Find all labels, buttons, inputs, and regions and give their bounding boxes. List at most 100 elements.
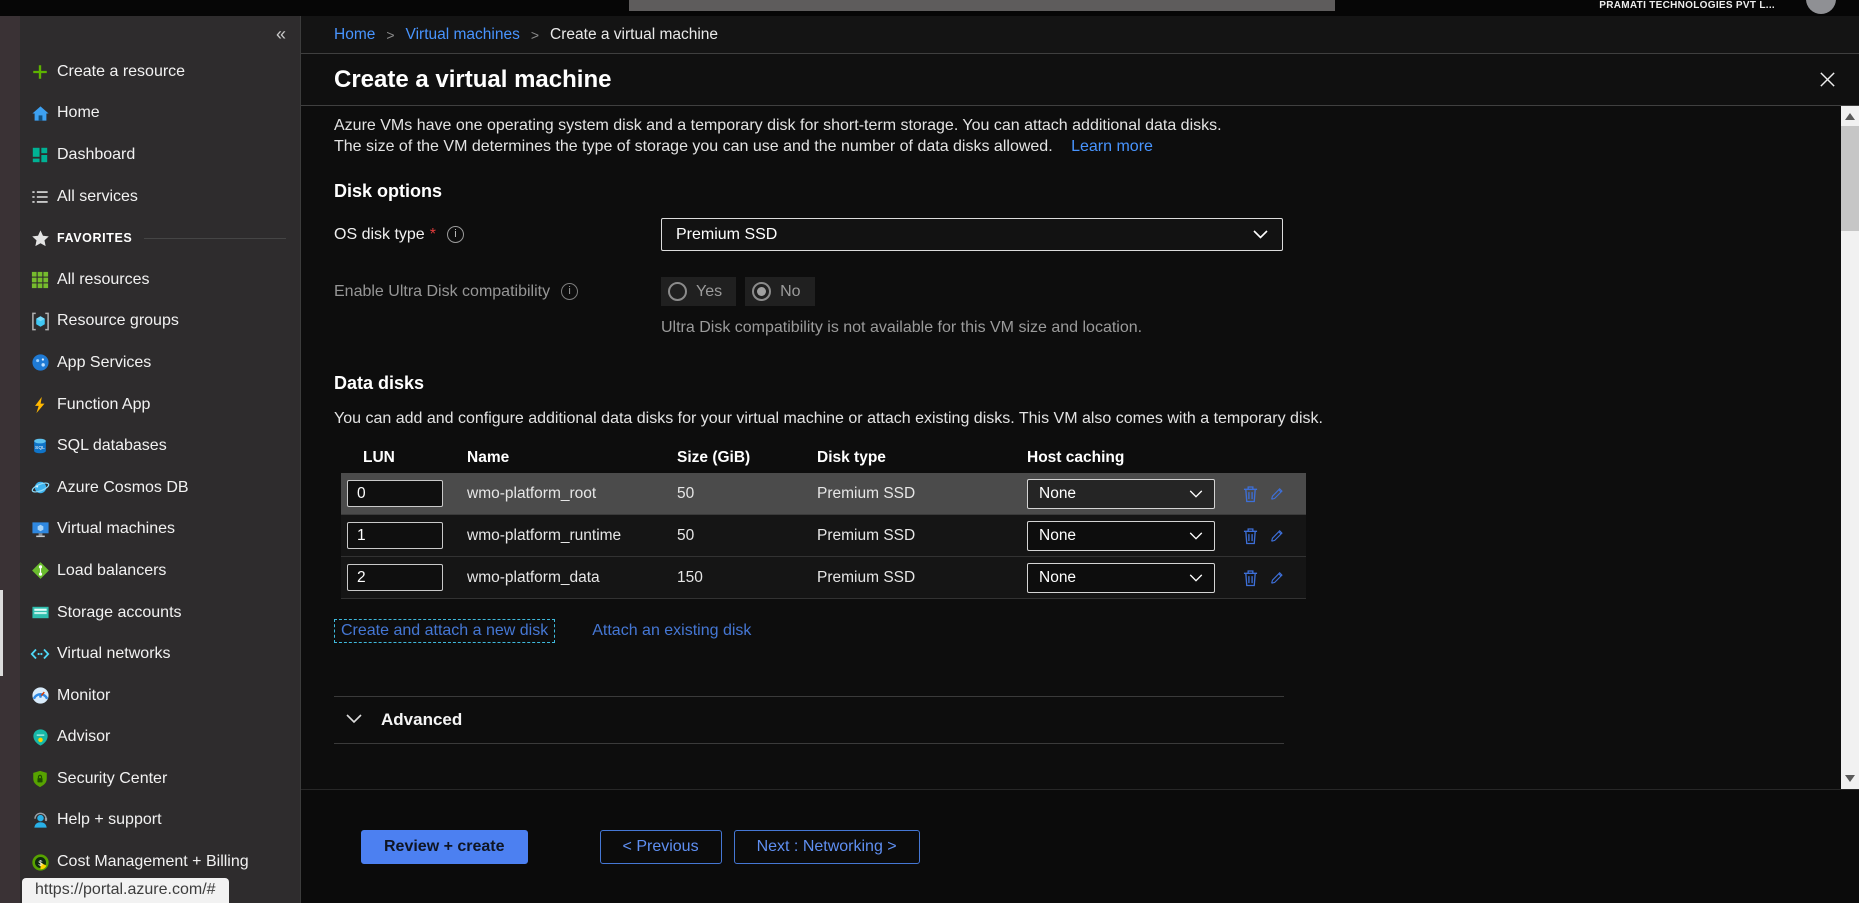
panel-header: Create a virtual machine <box>301 53 1859 106</box>
chevron-down-icon <box>1189 569 1203 587</box>
ultra-disk-yes-radio[interactable]: Yes <box>661 277 736 306</box>
info-icon[interactable]: i <box>561 283 578 300</box>
sidebar-item-label: App Services <box>57 354 151 372</box>
disk-name: wmo-platform_runtime <box>461 527 671 545</box>
info-icon[interactable]: i <box>447 226 464 243</box>
sidebar-item-virtual-networks[interactable]: Virtual networks <box>0 633 300 675</box>
disk-type: Premium SSD <box>811 527 1021 545</box>
delete-disk-icon[interactable] <box>1243 485 1258 503</box>
sidebar-item-label: Security Center <box>57 770 167 788</box>
ultra-disk-row: Enable Ultra Disk compatibility i Yes No <box>334 277 1799 306</box>
sidebar-item-virtual-machines[interactable]: Virtual machines <box>0 509 300 551</box>
lun-input[interactable] <box>347 480 443 507</box>
intro-line-1: Azure VMs have one operating system disk… <box>334 115 1634 136</box>
attach-existing-disk-link[interactable]: Attach an existing disk <box>592 622 751 640</box>
create-and-attach-disk-link[interactable]: Create and attach a new disk <box>334 619 555 643</box>
sidebar-item-label: Advisor <box>57 728 110 746</box>
os-disk-type-label: OS disk type * i <box>334 226 661 244</box>
host-caching-select[interactable]: None <box>1027 521 1215 551</box>
review-create-button[interactable]: Review + create <box>361 830 528 864</box>
cost-icon: $ <box>30 852 50 872</box>
sidebar-item-all-services[interactable]: All services <box>0 176 300 218</box>
next-networking-button[interactable]: Next : Networking > <box>734 830 920 864</box>
sidebar-item-advisor[interactable]: Advisor <box>0 717 300 759</box>
sidebar-item-app-services[interactable]: App Services <box>0 342 300 384</box>
delete-disk-icon[interactable] <box>1243 527 1258 545</box>
status-url-tooltip: https://portal.azure.com/# <box>22 878 229 903</box>
lun-input[interactable] <box>347 522 443 549</box>
sidebar-item-monitor[interactable]: Monitor <box>0 675 300 717</box>
sidebar: « Create a resource Home <box>0 16 300 903</box>
sidebar-item-help-support[interactable]: Help + support <box>0 800 300 842</box>
chevron-down-icon <box>1189 527 1203 545</box>
disk-size: 150 <box>671 569 811 587</box>
sidebar-item-security-center[interactable]: Security Center <box>0 758 300 800</box>
advanced-expander[interactable]: Advanced <box>334 697 1284 743</box>
scroll-down-icon[interactable] <box>1845 775 1855 782</box>
sidebar-item-cost-management[interactable]: $ Cost Management + Billing <box>0 841 300 883</box>
load-balancer-icon <box>30 561 50 581</box>
ultra-disk-no-radio[interactable]: No <box>745 277 814 306</box>
table-row: wmo-platform_root 50 Premium SSD None <box>341 473 1306 515</box>
avatar[interactable] <box>1806 0 1836 14</box>
data-disks-description: You can add and configure additional dat… <box>334 407 1404 430</box>
required-asterisk: * <box>430 226 436 244</box>
sidebar-item-label: Virtual machines <box>57 520 175 538</box>
column-header-name: Name <box>461 449 671 467</box>
grid-icon <box>30 270 50 290</box>
sidebar-item-sql-databases[interactable]: SQL SQL databases <box>0 425 300 467</box>
edit-disk-icon[interactable] <box>1269 569 1285 586</box>
advanced-section: Advanced <box>334 696 1284 744</box>
collapse-sidebar-icon[interactable]: « <box>276 24 286 45</box>
delete-disk-icon[interactable] <box>1243 569 1258 587</box>
sidebar-item-home[interactable]: Home <box>0 93 300 135</box>
breadcrumb-home-link[interactable]: Home <box>334 26 375 44</box>
vertical-scrollbar[interactable] <box>1841 106 1859 789</box>
sidebar-item-resource-groups[interactable]: Resource groups <box>0 301 300 343</box>
lun-input[interactable] <box>347 564 443 591</box>
sidebar-item-create-a-resource[interactable]: Create a resource <box>0 51 300 93</box>
disks-tab-content: Azure VMs have one operating system disk… <box>301 106 1859 789</box>
sidebar-item-function-app[interactable]: Function App <box>0 384 300 426</box>
sidebar-item-label: Resource groups <box>57 312 179 330</box>
sidebar-item-label: All services <box>57 188 138 206</box>
data-disks-table: LUN Name Size (GiB) Disk type Host cachi… <box>341 443 1306 599</box>
disk-type: Premium SSD <box>811 485 1021 503</box>
sidebar-item-label: Dashboard <box>57 146 135 164</box>
chevron-down-icon <box>1189 485 1203 503</box>
column-header-disk-type: Disk type <box>811 449 1021 467</box>
sidebar-item-all-resources[interactable]: All resources <box>0 259 300 301</box>
disk-name: wmo-platform_root <box>461 485 671 503</box>
data-disks-heading: Data disks <box>334 373 1799 394</box>
database-icon: SQL <box>30 436 50 456</box>
host-caching-select[interactable]: None <box>1027 479 1215 509</box>
host-caching-select[interactable]: None <box>1027 563 1215 593</box>
advisor-icon <box>30 727 50 747</box>
lightning-icon <box>30 395 50 415</box>
top-bar: PRAMATI TECHNOLOGIES PVT L... <box>0 0 1859 16</box>
scroll-up-icon[interactable] <box>1845 113 1855 120</box>
scrollbar-thumb[interactable] <box>1841 126 1859 231</box>
sidebar-item-dashboard[interactable]: Dashboard <box>0 134 300 176</box>
close-icon[interactable] <box>1818 70 1837 89</box>
dashboard-icon <box>30 145 50 165</box>
sidebar-item-load-balancers[interactable]: Load balancers <box>0 550 300 592</box>
breadcrumb-virtual-machines-link[interactable]: Virtual machines <box>406 26 520 44</box>
os-disk-type-select[interactable]: Premium SSD <box>661 218 1283 251</box>
learn-more-link[interactable]: Learn more <box>1071 138 1153 155</box>
search-input[interactable] <box>629 0 1335 11</box>
disk-links-row: Create and attach a new disk Attach an e… <box>334 619 1799 643</box>
sidebar-item-label: Virtual networks <box>57 645 171 663</box>
table-header-row: LUN Name Size (GiB) Disk type Host cachi… <box>341 443 1306 473</box>
sidebar-item-storage-accounts[interactable]: Storage accounts <box>0 592 300 634</box>
page-title: Create a virtual machine <box>334 66 1818 94</box>
network-icon <box>30 644 50 664</box>
sidebar-item-azure-cosmos-db[interactable]: Azure Cosmos DB <box>0 467 300 509</box>
edit-disk-icon[interactable] <box>1269 485 1285 502</box>
column-header-lun: LUN <box>341 449 461 467</box>
edit-disk-icon[interactable] <box>1269 527 1285 544</box>
divider <box>334 743 1284 744</box>
radio-unchecked-icon <box>668 282 687 301</box>
tenant-name: PRAMATI TECHNOLOGIES PVT L... <box>1599 0 1775 11</box>
previous-button[interactable]: < Previous <box>600 830 722 864</box>
